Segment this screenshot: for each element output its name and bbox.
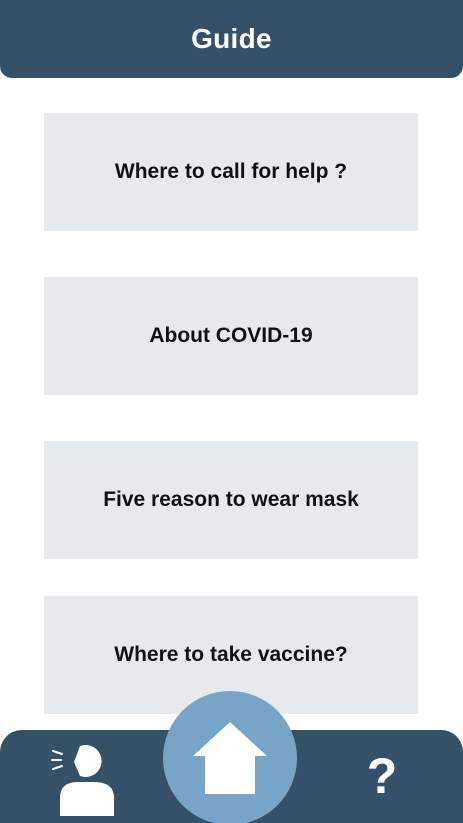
help-button[interactable]: ?: [360, 748, 404, 804]
question-mark-icon: ?: [366, 748, 398, 804]
home-button[interactable]: [163, 691, 297, 823]
header-bar: Guide: [0, 0, 463, 78]
app-screen: Guide Where to call for help ? About COV…: [0, 0, 463, 823]
guide-card-label: About COVID-19: [149, 324, 313, 347]
home-icon: [193, 722, 267, 794]
speaking-person-icon: [51, 745, 114, 816]
guide-card-about-covid[interactable]: About COVID-19: [44, 277, 418, 395]
guide-card-label: Where to call for help ?: [114, 160, 348, 183]
speak-button[interactable]: [50, 740, 120, 820]
guide-card-call-for-help[interactable]: Where to call for help ?: [44, 113, 418, 231]
page-title: Guide: [191, 22, 272, 54]
guide-card-label: Five reason to wear mask: [103, 488, 359, 511]
guide-card-wear-mask[interactable]: Five reason to wear mask: [44, 441, 418, 559]
guide-card-label: Where to take vaccine?: [114, 643, 348, 666]
